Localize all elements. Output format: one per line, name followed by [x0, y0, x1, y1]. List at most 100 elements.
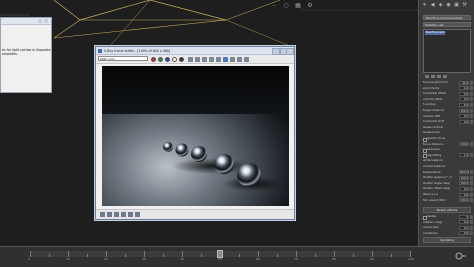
viewport-grid-icon[interactable]: ▦: [294, 2, 302, 10]
parameter-value-field[interactable]: 6500.0: [459, 170, 469, 175]
color-corrections-icon[interactable]: [230, 56, 235, 62]
parameter-value-field[interactable]: 0.0: [459, 231, 469, 235]
sampling-rollout-header[interactable]: Sampling: [423, 237, 471, 243]
utilities-tab-icon[interactable]: ⚒: [461, 2, 468, 9]
parameter-value-field[interactable]: 180.0: [459, 181, 469, 186]
clone-frame-buffer-icon[interactable]: [195, 56, 200, 62]
modifier-stack[interactable]: VRayPhysicalCamera: [423, 29, 471, 73]
red-channel-toggle[interactable]: [151, 56, 156, 62]
render-region-icon[interactable]: [216, 56, 221, 62]
show-end-result-icon[interactable]: [431, 75, 435, 78]
spinner-arrows-icon[interactable]: [470, 175, 473, 180]
parameter-row: latency (s) 0.0: [423, 192, 473, 197]
parameter-value-field[interactable]: 1.0: [459, 86, 469, 91]
dialog-titlebar[interactable]: [1, 18, 51, 25]
parameter-value-field[interactable]: 0.0: [459, 97, 469, 102]
save-image-icon[interactable]: [188, 56, 193, 62]
parameter-value-field[interactable]: 200.0: [459, 142, 469, 147]
parameter-value-field[interactable]: 1.0: [459, 153, 469, 158]
object-name-field[interactable]: VRayPhysicalCamera001: [423, 15, 471, 20]
spinner-arrows-icon[interactable]: [470, 186, 473, 191]
parameter-value-field[interactable]: 0.0: [459, 186, 469, 191]
parameter-value-field[interactable]: 0.0: [459, 114, 469, 119]
modify-tab-icon[interactable]: ◀: [429, 2, 436, 9]
timeline-frame-label: 80: [332, 257, 336, 261]
spinner-arrows-icon[interactable]: [470, 170, 473, 175]
spinner-arrows-icon[interactable]: [470, 142, 473, 147]
hierarchy-tab-icon[interactable]: ◈: [437, 2, 444, 9]
spinner-arrows-icon[interactable]: [470, 192, 473, 197]
viewport-settings-icon[interactable]: ⚙: [306, 2, 314, 10]
modifier-list-dropdown[interactable]: Modifier List: [423, 22, 471, 27]
parameter-label: temperature: [423, 169, 441, 174]
parameter-label: anisotropy: [423, 230, 438, 235]
track-mouse-icon[interactable]: [209, 56, 214, 62]
timeline-frame-label: 30: [142, 257, 146, 261]
parameter-value-field[interactable]: 0.0: [459, 220, 469, 224]
spinner-arrows-icon[interactable]: [470, 231, 473, 235]
parameter-value-field[interactable]: 8.0: [459, 102, 469, 107]
timeline-frame-label: 70: [294, 257, 298, 261]
exposure-icon[interactable]: [128, 212, 133, 217]
spinner-arrows-icon[interactable]: [470, 220, 473, 224]
spinner-arrows-icon[interactable]: [470, 86, 473, 91]
close-button[interactable]: [286, 48, 294, 55]
compare-icon[interactable]: [135, 212, 140, 217]
spinner-arrows-icon[interactable]: [470, 80, 473, 85]
spinner-arrows-icon[interactable]: [470, 198, 473, 203]
bokeh-effects-rollout-header[interactable]: Bokeh effects: [423, 207, 471, 213]
timeline-frame-label: 40: [180, 257, 184, 261]
minimize-button[interactable]: [272, 48, 280, 55]
dialog-help-button[interactable]: [38, 19, 42, 23]
open-settings-icon[interactable]: [107, 212, 112, 217]
modifier-stack-item[interactable]: VRayPhysicalCamera: [425, 31, 445, 35]
mono-mode-toggle[interactable]: [179, 56, 184, 62]
dialog-close-button[interactable]: [44, 19, 48, 23]
parameter-value-field[interactable]: 200.0: [459, 108, 469, 113]
parameter-value-field[interactable]: 0.0: [459, 192, 469, 197]
spinner-arrows-icon[interactable]: [470, 114, 473, 119]
parameter-value-field[interactable]: 200.0: [459, 175, 469, 180]
green-channel-toggle[interactable]: [158, 56, 163, 62]
spinner-arrows-icon[interactable]: [470, 214, 473, 219]
spinner-arrows-icon[interactable]: [470, 225, 473, 230]
stop-render-icon[interactable]: [244, 56, 249, 62]
key-icon[interactable]: [455, 250, 467, 262]
spinner-arrows-icon[interactable]: [470, 97, 473, 102]
motion-tab-icon[interactable]: ◉: [445, 2, 452, 9]
parameter-row: shutter speed (s^-1) 200.0: [423, 175, 473, 180]
link-icon[interactable]: [114, 212, 119, 217]
spinner-arrows-icon[interactable]: [470, 108, 473, 113]
make-unique-icon[interactable]: [437, 75, 441, 78]
lut-icon[interactable]: [121, 212, 126, 217]
parameter-label: vertical shift: [423, 113, 441, 118]
spinner-arrows-icon[interactable]: [470, 153, 473, 158]
viewport-target-icon[interactable]: ○: [282, 2, 290, 10]
spinner-arrows-icon[interactable]: [470, 91, 473, 96]
alpha-channel-toggle[interactable]: [172, 56, 177, 62]
remove-modifier-icon[interactable]: [443, 75, 447, 78]
spinner-arrows-icon[interactable]: [470, 181, 473, 186]
clear-image-icon[interactable]: [202, 56, 207, 62]
parameter-row: blades 5: [423, 214, 473, 220]
blue-channel-toggle[interactable]: [165, 56, 170, 62]
parameter-value-field[interactable]: 0.0: [459, 225, 469, 230]
parameter-value-field[interactable]: 100.0: [459, 198, 469, 203]
viewport-minimize-icon[interactable]: –: [270, 2, 278, 10]
parameter-label: blades: [427, 214, 437, 218]
history-icon[interactable]: [223, 56, 228, 62]
show-pixel-info-icon[interactable]: [100, 212, 105, 217]
channel-select[interactable]: RGB color: [98, 56, 148, 61]
timeline-tick: [201, 254, 202, 257]
create-tab-icon[interactable]: ✳: [421, 2, 428, 9]
parameter-value-field[interactable]: 0.0: [459, 91, 469, 96]
parameter-value-field[interactable]: 5: [459, 214, 469, 219]
lens-effects-icon[interactable]: [237, 56, 242, 62]
pin-stack-icon[interactable]: [425, 75, 429, 78]
display-tab-icon[interactable]: ▣: [453, 2, 460, 9]
frame-buffer-titlebar[interactable]: V-Ray frame buffer - [100% of 640 x 480]: [96, 47, 294, 55]
parameter-value-field[interactable]: 40.0: [459, 80, 469, 85]
spinner-arrows-icon[interactable]: [470, 119, 473, 124]
parameter-value-field[interactable]: 0.0: [459, 119, 469, 124]
spinner-arrows-icon[interactable]: [470, 102, 473, 107]
